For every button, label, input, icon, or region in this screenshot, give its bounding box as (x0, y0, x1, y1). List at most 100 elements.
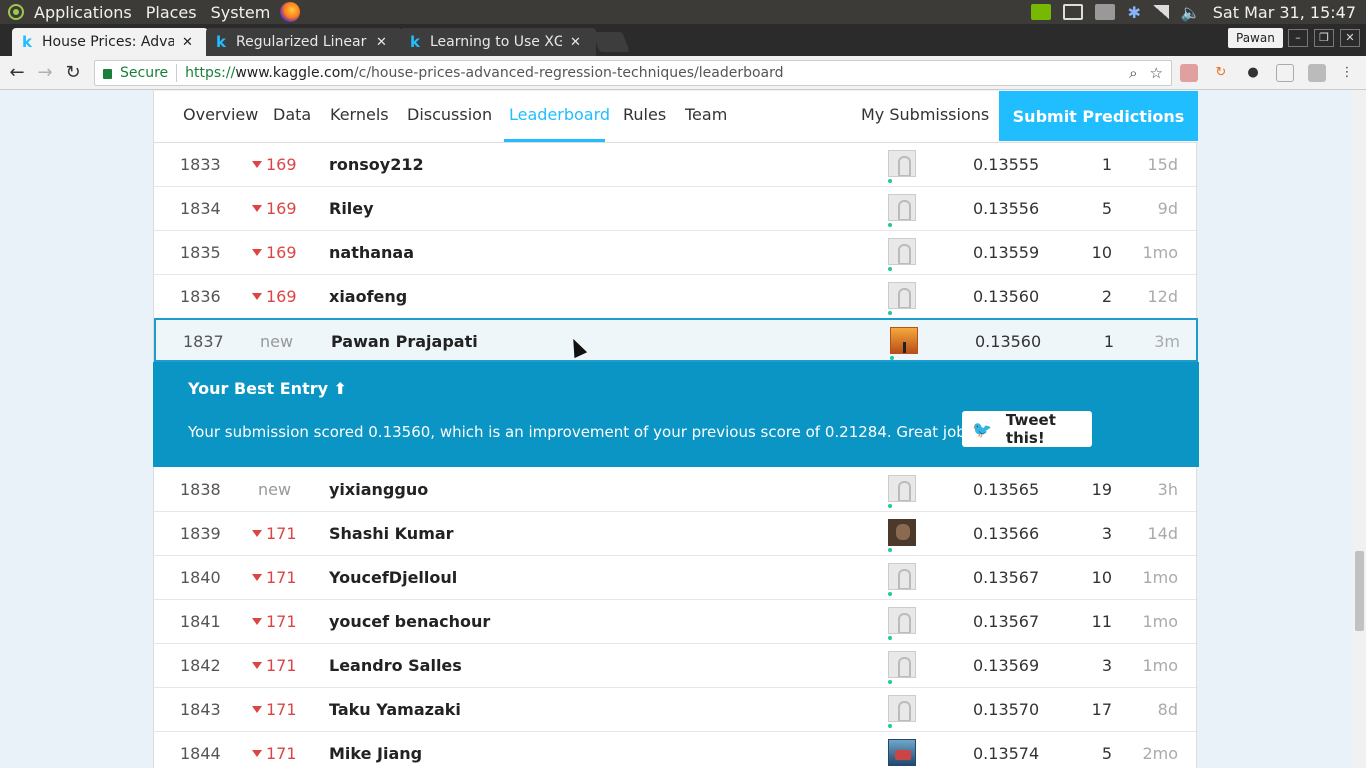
tab-data[interactable]: Data (273, 105, 311, 124)
volume-icon[interactable]: 🔈 (1181, 3, 1201, 22)
extension-camera-icon[interactable] (1308, 64, 1326, 82)
leaderboard-row[interactable]: 1843 171 Taku Yamazaki 0.13570 17 8d (154, 688, 1198, 732)
leaderboard-row[interactable]: 1840 171 YoucefDjelloul 0.13567 10 1mo (154, 556, 1198, 600)
leaderboard-row[interactable]: 1836 169 xiaofeng 0.13560 2 12d (154, 275, 1198, 319)
leaderboard-row[interactable]: 1839 171 Shashi Kumar 0.13566 3 14d (154, 512, 1198, 556)
nvidia-icon[interactable] (1031, 4, 1052, 20)
last-submission: 1mo (1142, 243, 1178, 262)
tab-team[interactable]: Team (685, 105, 727, 124)
extension-icon[interactable] (1180, 64, 1198, 82)
bookmark-star-icon[interactable]: ☆ (1150, 64, 1163, 82)
team-name[interactable]: nathanaa (329, 243, 414, 262)
tier-dot-icon (888, 267, 892, 271)
entries-count: 17 (1091, 700, 1112, 719)
team-avatar[interactable] (888, 238, 916, 265)
updates-icon[interactable] (1095, 4, 1116, 20)
team-name[interactable]: Pawan Prajapati (331, 332, 478, 351)
team-avatar[interactable] (888, 282, 916, 309)
team-avatar[interactable] (888, 519, 916, 546)
tab-overview[interactable]: Overview (183, 105, 258, 124)
applications-logo-icon[interactable] (8, 4, 24, 20)
tab-learning-xgboost[interactable]: k Learning to Use XG ✕ (400, 28, 596, 56)
places-menu[interactable]: Places (146, 3, 197, 22)
display-icon[interactable] (1063, 4, 1084, 20)
back-icon[interactable]: ← (6, 62, 28, 83)
clock[interactable]: Sat Mar 31, 15:47 (1213, 3, 1356, 22)
team-avatar[interactable] (890, 327, 918, 354)
leaderboard-row[interactable]: 1838 new yixiangguo 0.13565 19 3h (154, 468, 1198, 512)
close-window-icon[interactable]: ✕ (1340, 29, 1360, 47)
leaderboard-row[interactable]: 1835 169 nathanaa 0.13559 10 1mo (154, 231, 1198, 275)
tab-leaderboard[interactable]: Leaderboard (509, 105, 610, 124)
close-tab-icon[interactable]: ✕ (376, 35, 387, 50)
leaderboard-row[interactable]: 1833 169 ronsoy212 0.13555 1 15d (154, 143, 1198, 187)
lock-icon[interactable] (103, 69, 112, 79)
tweet-button[interactable]: 🐦 Tweet this! (962, 411, 1092, 447)
restore-icon[interactable]: ❐ (1314, 29, 1334, 47)
team-avatar[interactable] (888, 150, 916, 177)
team-avatar[interactable] (888, 194, 916, 221)
team-name[interactable]: Riley (329, 199, 374, 218)
firefox-launcher-icon[interactable] (280, 2, 301, 22)
tab-regularized-linear[interactable]: k Regularized Linear ✕ (206, 28, 402, 56)
system-top-panel: Applications Places System ✱ 🔈 Sat Mar 3… (0, 0, 1366, 24)
team-name[interactable]: ronsoy212 (329, 155, 424, 174)
page-scrollbar[interactable] (1353, 91, 1366, 768)
leaderboard-row[interactable]: 1842 171 Leandro Salles 0.13569 3 1mo (154, 644, 1198, 688)
rank-drop-icon (252, 618, 262, 625)
submit-predictions-button[interactable]: Submit Predictions (999, 91, 1198, 141)
rank: 1837 (183, 332, 224, 351)
forward-icon[interactable]: → (34, 62, 56, 83)
bluetooth-icon[interactable]: ✱ (1127, 3, 1140, 22)
chrome-menu-icon[interactable]: ⋮ (1338, 64, 1356, 82)
tab-kernels[interactable]: Kernels (330, 105, 389, 124)
close-tab-icon[interactable]: ✕ (570, 35, 581, 50)
profile-button[interactable]: Pawan (1228, 28, 1283, 48)
tier-dot-icon (890, 356, 894, 360)
my-submissions-link[interactable]: My Submissions (861, 105, 989, 124)
leaderboard-row[interactable]: 1844 171 Mike Jiang 0.13574 5 2mo (154, 732, 1198, 768)
secure-label[interactable]: Secure (120, 65, 168, 81)
applications-menu[interactable]: Applications (34, 3, 132, 22)
extension-sync-icon[interactable]: ↻ (1212, 64, 1230, 82)
team-name[interactable]: YoucefDjelloul (329, 568, 457, 587)
reload-icon[interactable]: ↻ (62, 62, 84, 83)
team-name[interactable]: yixiangguo (329, 480, 428, 499)
scrollbar-thumb[interactable] (1355, 551, 1364, 631)
rank-drop-icon (252, 293, 262, 300)
team-avatar[interactable] (888, 607, 916, 634)
tab-rules[interactable]: Rules (623, 105, 666, 124)
team-avatar[interactable] (888, 475, 916, 502)
score: 0.13565 (973, 480, 1040, 499)
score: 0.13556 (973, 199, 1040, 218)
system-menu[interactable]: System (211, 3, 271, 22)
rank: 1836 (180, 287, 221, 306)
team-name[interactable]: Leandro Salles (329, 656, 462, 675)
leaderboard-row[interactable]: 1834 169 Riley 0.13556 5 9d (154, 187, 1198, 231)
team-name[interactable]: Shashi Kumar (329, 524, 454, 543)
tab-house-prices[interactable]: k House Prices: Adva ✕ (12, 28, 208, 56)
zoom-icon[interactable]: ⌕ (1129, 64, 1137, 82)
team-avatar[interactable] (888, 695, 916, 722)
team-name[interactable]: Taku Yamazaki (329, 700, 461, 719)
team-avatar[interactable] (888, 563, 916, 590)
team-avatar[interactable] (888, 739, 916, 766)
rank-drop-icon (252, 161, 262, 168)
rank-drop-icon (252, 530, 262, 537)
new-tab-button[interactable] (592, 32, 630, 52)
address-bar[interactable]: Secure https:// www.kaggle.com /c/house-… (94, 60, 1172, 86)
rank-change: 171 (252, 568, 297, 587)
team-name[interactable]: youcef benachour (329, 612, 490, 631)
leaderboard-row[interactable]: 1841 171 youcef benachour 0.13567 11 1mo (154, 600, 1198, 644)
extension-document-icon[interactable] (1276, 64, 1294, 82)
extension-record-icon[interactable]: ● (1244, 64, 1262, 82)
team-avatar[interactable] (888, 651, 916, 678)
team-name[interactable]: Mike Jiang (329, 744, 422, 763)
network-signal-icon[interactable] (1152, 5, 1169, 19)
tab-discussion[interactable]: Discussion (407, 105, 492, 124)
rank-change: 171 (252, 700, 297, 719)
team-name[interactable]: xiaofeng (329, 287, 407, 306)
leaderboard-row[interactable]: 1837 new Pawan Prajapati 0.13560 1 3m (154, 318, 1198, 362)
close-tab-icon[interactable]: ✕ (182, 35, 193, 50)
minimize-icon[interactable]: – (1288, 29, 1308, 47)
